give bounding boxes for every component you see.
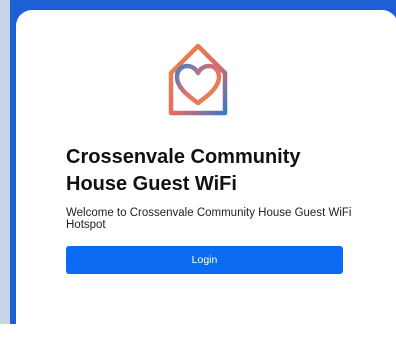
login-button[interactable]: Login — [66, 246, 343, 274]
page-background: Crossenvale Community House Guest WiFi W… — [0, 0, 396, 340]
welcome-text: Welcome to Crossenvale Community House G… — [66, 207, 352, 231]
house-heart-icon — [168, 43, 228, 116]
page-title: Crossenvale Community House Guest WiFi — [66, 146, 301, 195]
